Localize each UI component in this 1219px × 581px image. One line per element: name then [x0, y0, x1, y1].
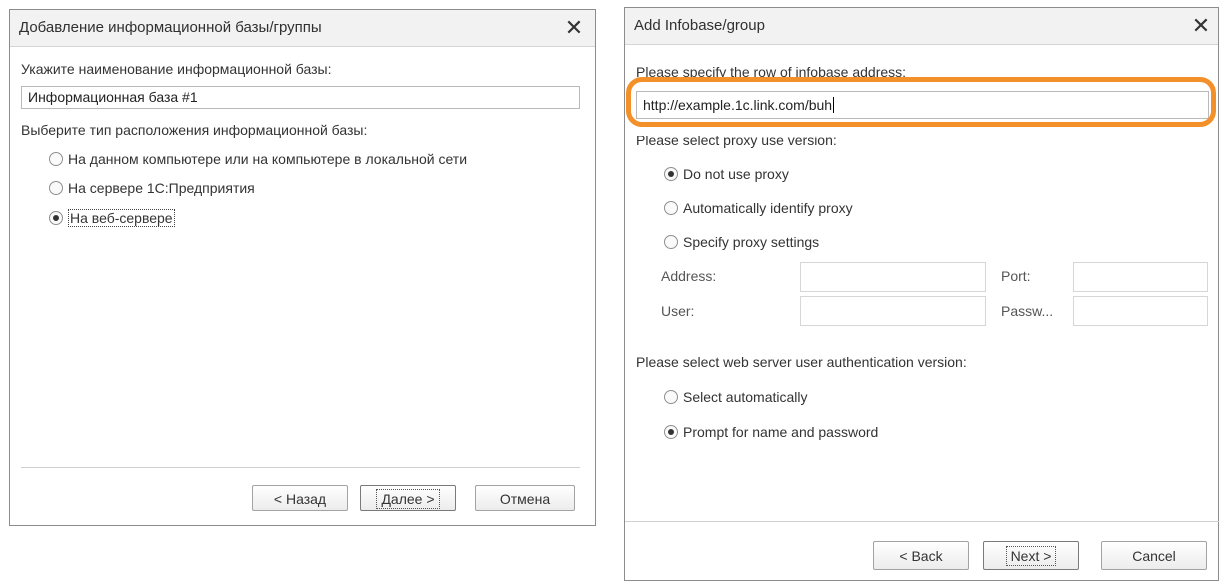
proxy-password-input[interactable] [1073, 296, 1208, 326]
radio-button[interactable] [49, 181, 63, 195]
radio-button[interactable] [664, 201, 678, 215]
address-value: http://example.1c.link.com/buh [643, 97, 833, 113]
radio-no-proxy[interactable]: Do not use proxy [664, 163, 789, 185]
radio-auto-proxy[interactable]: Automatically identify proxy [664, 197, 853, 219]
address-prompt: Please specify the row of infobase addre… [636, 64, 907, 80]
back-button[interactable]: < Назад [252, 485, 348, 511]
next-button[interactable]: Далее > [360, 485, 456, 511]
close-icon[interactable]: ✕ [561, 15, 587, 41]
title-bar: Add Infobase/group ✕ [625, 8, 1218, 45]
infobase-dialog-ru: Добавление информационной базы/группы ✕ … [9, 9, 596, 526]
radio-label: На веб-сервере [68, 209, 175, 227]
radio-server[interactable]: На сервере 1С:Предприятия [49, 177, 255, 199]
close-icon[interactable]: ✕ [1188, 13, 1214, 39]
auth-prompt: Please select web server user authentica… [636, 354, 967, 370]
dialog-title: Add Infobase/group [634, 17, 765, 34]
radio-local[interactable]: На данном компьютере или на компьютере в… [49, 148, 467, 170]
radio-label: Do not use proxy [683, 166, 789, 182]
name-prompt: Укажите наименование информационной базы… [21, 61, 332, 77]
proxy-port-input[interactable] [1073, 262, 1208, 292]
radio-label: Prompt for name and password [683, 424, 879, 440]
dialog-title: Добавление информационной базы/группы [19, 19, 322, 36]
text-caret [833, 97, 835, 113]
radio-web-server[interactable]: На веб-сервере [49, 207, 175, 229]
proxy-port-label: Port: [1001, 268, 1031, 284]
proxy-password-label: Passw... [1001, 303, 1054, 319]
proxy-address-input[interactable] [800, 262, 986, 292]
radio-auth-auto[interactable]: Select automatically [664, 386, 808, 408]
radio-button[interactable] [664, 235, 678, 249]
highlight-overlap [629, 126, 1217, 136]
radio-button[interactable] [664, 390, 678, 404]
footer-separator [625, 521, 1219, 522]
radio-auth-prompt[interactable]: Prompt for name and password [664, 421, 878, 443]
radio-label: Automatically identify proxy [683, 200, 853, 216]
cancel-button[interactable]: Cancel [1101, 541, 1207, 570]
radio-button[interactable] [664, 425, 678, 439]
infobase-name-input[interactable]: Информационная база #1 [21, 86, 580, 109]
footer-separator [21, 467, 580, 468]
cancel-button[interactable]: Отмена [475, 485, 575, 511]
location-prompt: Выберите тип расположения информационной… [21, 122, 368, 138]
radio-specify-proxy[interactable]: Specify proxy settings [664, 231, 819, 253]
radio-label: На данном компьютере или на компьютере в… [68, 151, 468, 167]
title-bar: Добавление информационной базы/группы ✕ [10, 10, 595, 47]
radio-label: Select automatically [683, 389, 808, 405]
radio-button[interactable] [664, 167, 678, 181]
radio-button[interactable] [49, 152, 63, 166]
radio-label: Specify proxy settings [683, 234, 820, 250]
infobase-address-input[interactable]: http://example.1c.link.com/buh [636, 91, 1209, 119]
radio-label: На сервере 1С:Предприятия [68, 180, 255, 196]
infobase-dialog-en: Add Infobase/group ✕ Please specify the … [624, 7, 1219, 581]
proxy-address-label: Address: [661, 268, 717, 284]
back-button[interactable]: < Back [873, 541, 969, 570]
proxy-user-input[interactable] [800, 296, 986, 326]
radio-button[interactable] [49, 211, 63, 225]
proxy-user-label: User: [661, 303, 695, 319]
next-button[interactable]: Next > [983, 541, 1079, 570]
